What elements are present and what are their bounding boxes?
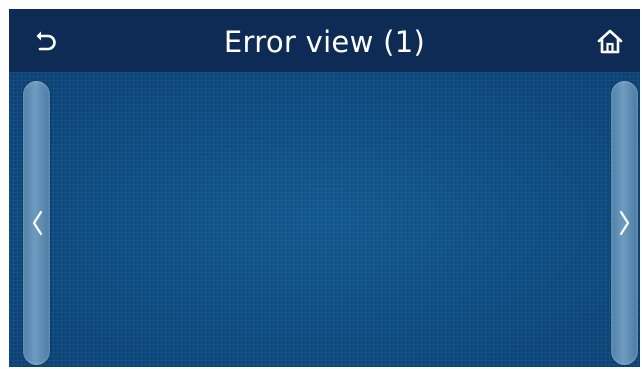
home-icon — [597, 29, 623, 54]
chevron-right-icon — [619, 210, 629, 236]
screen-frame: Error view (1) — [9, 9, 640, 367]
next-page-button[interactable] — [611, 81, 638, 365]
back-button[interactable] — [31, 27, 61, 57]
home-button[interactable] — [594, 26, 626, 58]
chevron-left-icon — [32, 210, 42, 236]
previous-page-button[interactable] — [23, 81, 50, 365]
page-title: Error view (1) — [223, 24, 426, 59]
header-bar: Error view (1) — [9, 9, 640, 72]
error-list-area — [9, 72, 640, 367]
back-arrow-icon — [36, 31, 56, 51]
